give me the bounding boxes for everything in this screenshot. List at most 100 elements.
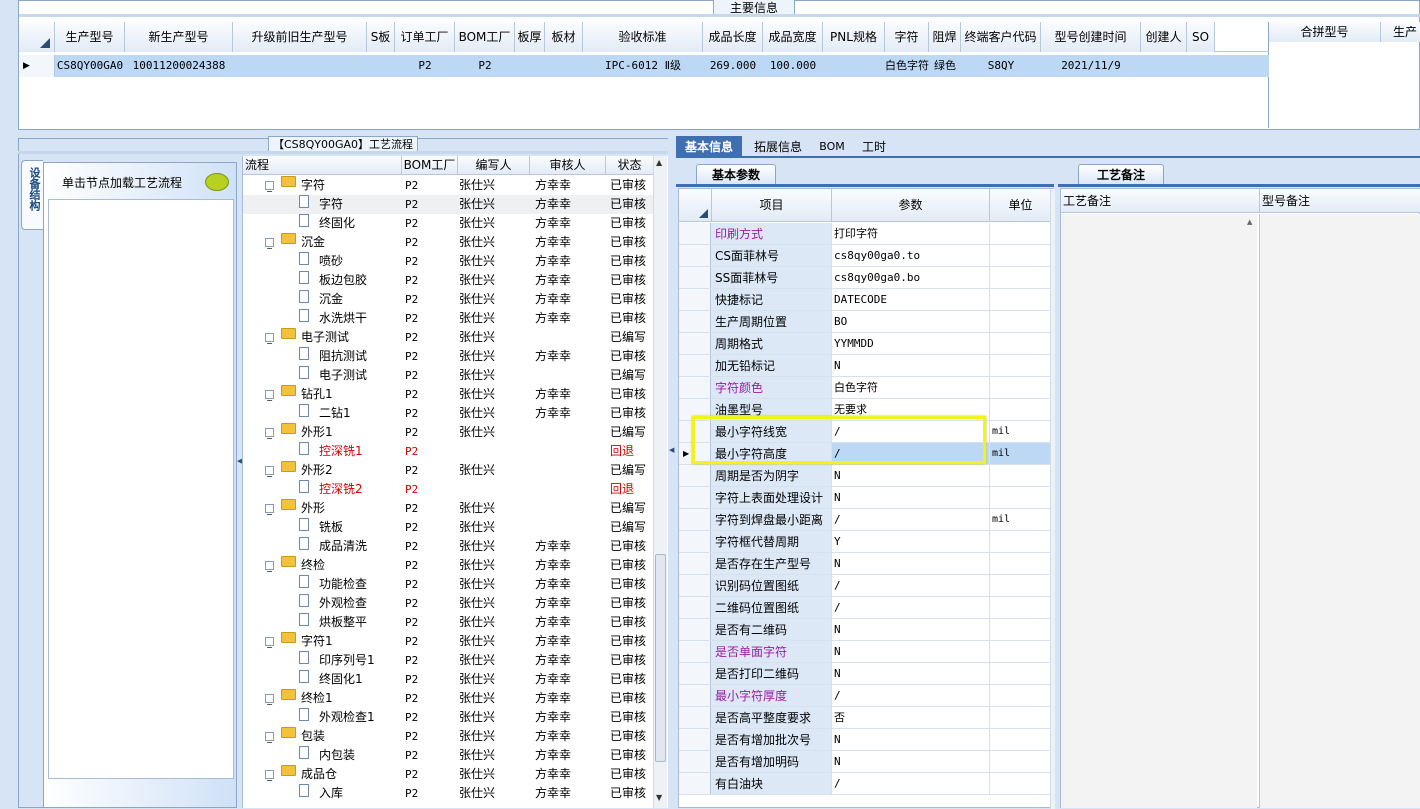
flow-tree-row[interactable]: 终固化 P2 张仕兴 方幸幸 已审核 — [243, 214, 653, 233]
param-row[interactable]: SS面菲林号 cs8qy00ga0.bo — [679, 267, 1051, 289]
flow-tree-row[interactable]: − 终检1 P2 张仕兴 方幸幸 已审核 — [243, 689, 653, 709]
param-unit[interactable]: mil — [989, 509, 1051, 530]
main-cell-9[interactable]: 269.000 — [703, 55, 763, 77]
flow-tree-row[interactable]: − 包装 P2 张仕兴 方幸幸 已审核 — [243, 727, 653, 747]
param-unit[interactable] — [989, 619, 1051, 640]
param-value[interactable]: N — [831, 465, 989, 486]
flow-tree-row[interactable]: 沉金 P2 张仕兴 方幸幸 已审核 — [243, 290, 653, 309]
param-unit[interactable] — [989, 773, 1051, 794]
flow-tree-row[interactable]: 外观检查1 P2 张仕兴 方幸幸 已审核 — [243, 708, 653, 727]
flow-tree-row[interactable]: 功能检查 P2 张仕兴 方幸幸 已审核 — [243, 575, 653, 594]
flow-tree-row[interactable]: 终固化1 P2 张仕兴 方幸幸 已审核 — [243, 670, 653, 689]
side-tab-device-structure[interactable]: 设备结构 — [21, 160, 43, 230]
main-col-3[interactable]: S板 — [367, 22, 395, 52]
param-row[interactable]: 是否有二维码 N — [679, 619, 1051, 641]
flow-node-label[interactable]: 功能检查 — [319, 575, 367, 594]
flow-node-label[interactable]: 字符 — [301, 176, 325, 195]
main-col-5[interactable]: BOM工厂 — [455, 22, 515, 52]
tab-extended-info[interactable]: 拓展信息 — [746, 136, 810, 158]
flow-tree-row[interactable]: 电子测试 P2 张仕兴 已编写 — [243, 366, 653, 385]
param-value[interactable]: / — [831, 685, 989, 706]
flow-node-label[interactable]: 二钻1 — [319, 404, 351, 423]
flow-node-label[interactable]: 外观检查1 — [319, 708, 375, 727]
param-unit[interactable] — [989, 399, 1051, 420]
param-row[interactable]: 有白油块 / — [679, 773, 1051, 795]
main-col-9[interactable]: 成品长度 — [703, 22, 763, 52]
param-unit[interactable]: mil — [989, 443, 1051, 464]
flow-node-label[interactable]: 外观检查 — [319, 594, 367, 613]
param-row[interactable]: 加无铅标记 N — [679, 355, 1051, 377]
flow-tree-row[interactable]: 水洗烘干 P2 张仕兴 方幸幸 已审核 — [243, 309, 653, 328]
flow-node-label[interactable]: 钻孔1 — [301, 385, 333, 404]
flow-node-label[interactable]: 入库 — [319, 784, 343, 803]
param-row[interactable]: 是否高平整度要求否 — [679, 707, 1051, 729]
flow-node-label[interactable]: 外形 — [301, 499, 325, 518]
param-unit[interactable] — [989, 355, 1051, 376]
flow-col-bom[interactable]: BOM工厂 — [401, 156, 457, 175]
param-value[interactable]: 否 — [831, 707, 989, 728]
flow-tree-row[interactable]: − 终检 P2 张仕兴 方幸幸 已审核 — [243, 556, 653, 576]
param-value[interactable]: / — [831, 575, 989, 596]
flow-tree-row[interactable]: − 字符1 P2 张仕兴 方幸幸 已审核 — [243, 632, 653, 652]
flow-node-label[interactable]: 终检 — [301, 556, 325, 575]
flow-tree-row[interactable]: − 钻孔1 P2 张仕兴 方幸幸 已审核 — [243, 385, 653, 405]
scroll-up-icon[interactable]: ▲ — [656, 158, 662, 167]
main-cell-8[interactable]: IPC-6012 Ⅱ级 — [583, 55, 703, 77]
flow-scrollbar[interactable]: ▲ ▼ — [653, 156, 667, 808]
param-row[interactable]: 识别码位置图纸 / — [679, 575, 1051, 597]
flow-tree-row[interactable]: 字符 P2 张仕兴 方幸幸 已审核 — [243, 195, 653, 214]
param-row[interactable]: 二维码位置图纸 / — [679, 597, 1051, 619]
main-cell-1[interactable]: 10011200024388 — [125, 55, 233, 77]
param-row[interactable]: 字符到焊盘最小距离 / mil — [679, 509, 1051, 531]
main-cell-10[interactable]: 100.000 — [763, 55, 823, 77]
param-value[interactable]: N — [831, 487, 989, 508]
param-unit[interactable] — [989, 465, 1051, 486]
param-value[interactable]: N — [831, 553, 989, 574]
flow-node-label[interactable]: 电子测试 — [319, 366, 367, 385]
param-value[interactable]: N — [831, 751, 989, 772]
tab-basic-info[interactable]: 基本信息 — [676, 136, 742, 158]
main-col-15[interactable]: 型号创建时间 — [1041, 22, 1141, 52]
flow-node-label[interactable]: 阻抗测试 — [319, 347, 367, 366]
flow-node-label[interactable]: 电子测试 — [301, 328, 349, 347]
param-value[interactable]: N — [831, 355, 989, 376]
flow-col-status[interactable]: 状态 — [605, 156, 653, 175]
flow-node-label[interactable]: 成品清洗 — [319, 537, 367, 556]
flow-node-label[interactable]: 沉金 — [301, 233, 325, 252]
param-row[interactable]: 字符上表面处理设计 N — [679, 487, 1051, 509]
param-unit[interactable] — [989, 641, 1051, 662]
param-row[interactable]: 是否有增加明码 N — [679, 751, 1051, 773]
param-value[interactable]: / — [831, 597, 989, 618]
flow-node-label[interactable]: 沉金 — [319, 290, 343, 309]
param-unit[interactable] — [989, 487, 1051, 508]
flow-tree-row[interactable]: 板边包胶 P2 张仕兴 方幸幸 已审核 — [243, 271, 653, 290]
params-col-item[interactable]: 项目 — [711, 189, 831, 222]
main-cell-14[interactable]: S8QY — [961, 55, 1041, 77]
param-row[interactable]: CS面菲林号 cs8qy00ga0.to — [679, 245, 1051, 267]
param-unit[interactable] — [989, 377, 1051, 398]
main-cell-13[interactable]: 绿色 — [929, 55, 961, 77]
param-unit[interactable] — [989, 223, 1051, 244]
main-cell-16[interactable] — [1141, 55, 1187, 77]
notes-area[interactable]: 工艺备注 型号备注 ▲ — [1060, 188, 1420, 808]
param-unit[interactable] — [989, 663, 1051, 684]
process-notes-textarea[interactable]: ▲ — [1061, 214, 1257, 808]
flow-tree-row[interactable]: 入库 P2 张仕兴 方幸幸 已审核 — [243, 784, 653, 803]
main-col-2[interactable]: 升级前旧生产型号 — [233, 22, 367, 52]
param-row[interactable]: 字符框代替周期 Y — [679, 531, 1051, 553]
flow-tree-row[interactable]: 外观检查 P2 张仕兴 方幸幸 已审核 — [243, 594, 653, 613]
param-unit[interactable] — [989, 553, 1051, 574]
flow-node-label[interactable]: 包装 — [301, 727, 325, 746]
param-value[interactable]: cs8qy00ga0.bo — [831, 267, 989, 288]
flow-tree-row[interactable]: 控深铣1 P2 回退 — [243, 442, 653, 461]
param-value[interactable]: N — [831, 729, 989, 750]
param-row[interactable]: 周期格式 YYMMDD — [679, 333, 1051, 355]
param-row[interactable]: 字符颜色 白色字符 — [679, 377, 1051, 399]
flow-node-label[interactable]: 控深铣1 — [319, 442, 363, 461]
param-unit[interactable]: mil — [989, 421, 1051, 442]
flow-tree-row[interactable]: − 外形2 P2 张仕兴 已编写 — [243, 461, 653, 481]
flow-node-label[interactable]: 外形1 — [301, 423, 333, 442]
flow-tree-row[interactable]: 二钻1 P2 张仕兴 方幸幸 已审核 — [243, 404, 653, 423]
flow-node-label[interactable]: 字符1 — [301, 632, 333, 651]
param-value[interactable]: N — [831, 619, 989, 640]
